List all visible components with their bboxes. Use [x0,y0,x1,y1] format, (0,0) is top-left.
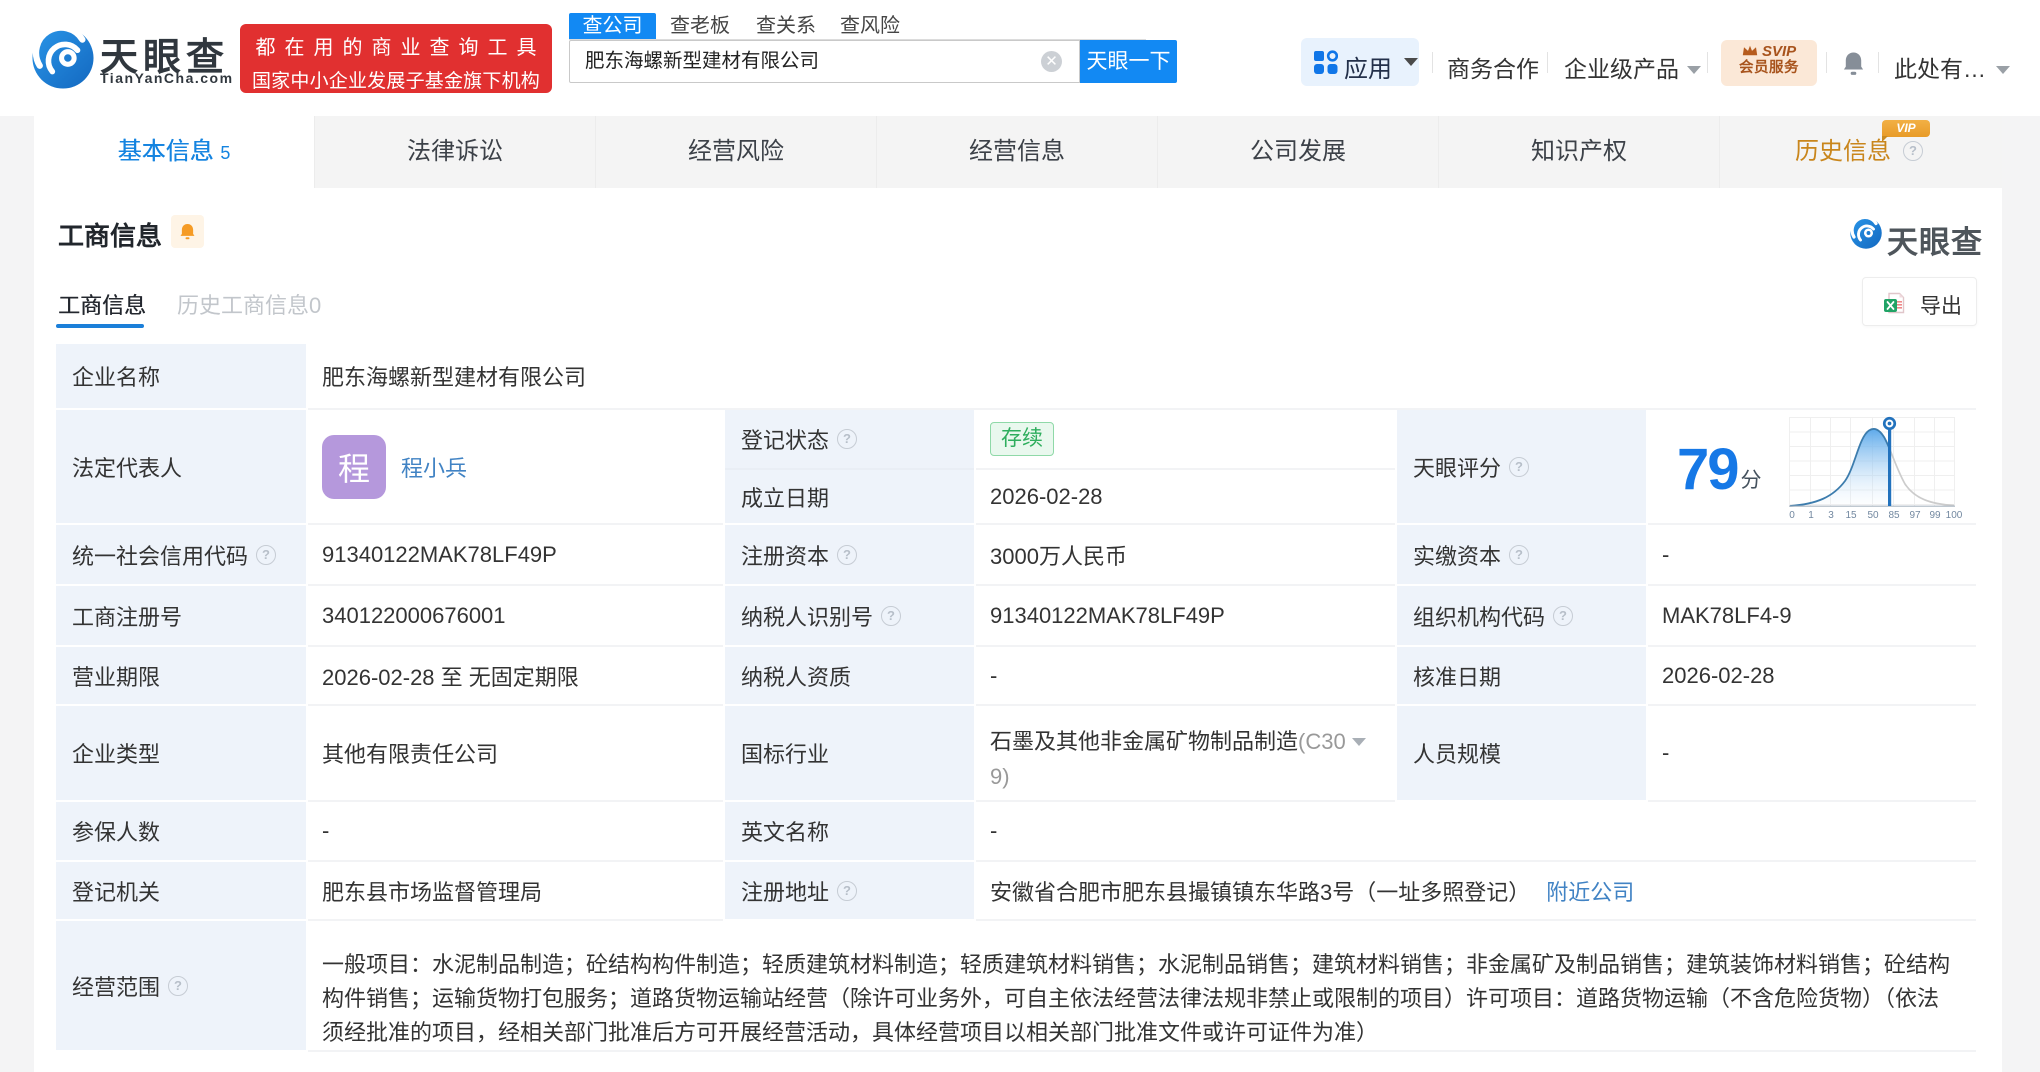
svg-text:97: 97 [1909,510,1921,520]
svg-text:0: 0 [1789,510,1795,520]
svg-text:50: 50 [1867,510,1879,520]
svg-text:3: 3 [1828,510,1834,520]
svg-text:85: 85 [1888,510,1900,520]
svg-text:1: 1 [1808,510,1814,520]
svg-text:15: 15 [1845,510,1857,520]
svg-text:99: 99 [1929,510,1941,520]
svg-text:100: 100 [1946,510,1963,520]
